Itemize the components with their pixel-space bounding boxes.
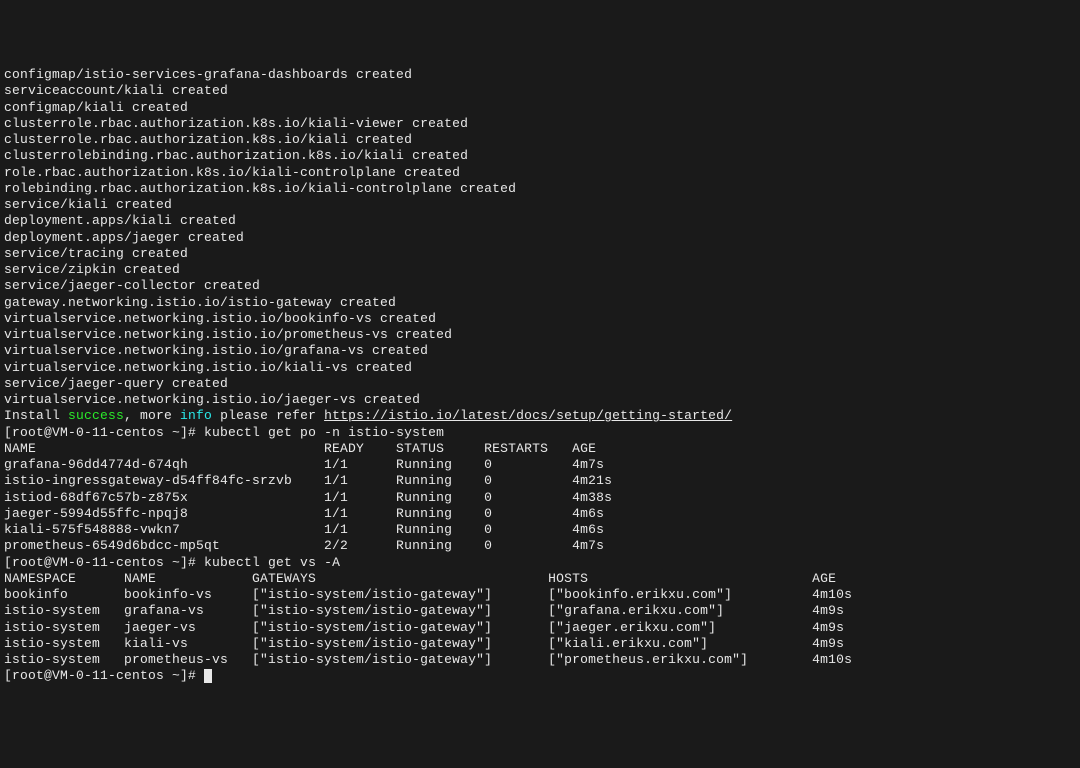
resource-created-line: clusterrolebinding.rbac.authorization.k8… — [4, 148, 1076, 164]
resource-created-line: service/jaeger-collector created — [4, 278, 1076, 294]
command-text: kubectl get vs -A — [204, 555, 340, 570]
install-url[interactable]: https://istio.io/latest/docs/setup/getti… — [324, 408, 732, 423]
shell-prompt: [root@VM-0-11-centos ~]# — [4, 668, 204, 683]
shell-prompt: [root@VM-0-11-centos ~]# — [4, 425, 204, 440]
pod-row: grafana-96dd4774d-674qh 1/1 Running 0 4m… — [4, 457, 1076, 473]
vs-header: NAMESPACE NAME GATEWAYS HOSTS AGE — [4, 571, 1076, 587]
resource-created-line: service/zipkin created — [4, 262, 1076, 278]
install-info-word: info — [180, 408, 212, 423]
resource-created-line: service/kiali created — [4, 197, 1076, 213]
resource-created-line: virtualservice.networking.istio.io/kiali… — [4, 360, 1076, 376]
resource-created-line: clusterrole.rbac.authorization.k8s.io/ki… — [4, 132, 1076, 148]
resource-created-line: serviceaccount/kiali created — [4, 83, 1076, 99]
pod-row: prometheus-6549d6bdcc-mp5qt 2/2 Running … — [4, 538, 1076, 554]
vs-row: bookinfo bookinfo-vs ["istio-system/isti… — [4, 587, 1076, 603]
prompt-line-2: [root@VM-0-11-centos ~]# kubectl get vs … — [4, 555, 1076, 571]
prompt-line-1: [root@VM-0-11-centos ~]# kubectl get po … — [4, 425, 1076, 441]
resource-created-line: service/tracing created — [4, 246, 1076, 262]
vs-row: istio-system jaeger-vs ["istio-system/is… — [4, 620, 1076, 636]
resource-created-line: configmap/kiali created — [4, 100, 1076, 116]
resource-created-line: rolebinding.rbac.authorization.k8s.io/ki… — [4, 181, 1076, 197]
vs-row: istio-system grafana-vs ["istio-system/i… — [4, 603, 1076, 619]
resource-created-line: virtualservice.networking.istio.io/booki… — [4, 311, 1076, 327]
resource-created-line: configmap/istio-services-grafana-dashboa… — [4, 67, 1076, 83]
resource-created-line: gateway.networking.istio.io/istio-gatewa… — [4, 295, 1076, 311]
vs-row: istio-system prometheus-vs ["istio-syste… — [4, 652, 1076, 668]
command-text: kubectl get po -n istio-system — [204, 425, 444, 440]
resource-created-line: deployment.apps/jaeger created — [4, 230, 1076, 246]
resource-created-line: virtualservice.networking.istio.io/jaege… — [4, 392, 1076, 408]
vs-row: istio-system kiali-vs ["istio-system/ist… — [4, 636, 1076, 652]
terminal-output[interactable]: configmap/istio-services-grafana-dashboa… — [4, 67, 1076, 685]
resource-created-line: clusterrole.rbac.authorization.k8s.io/ki… — [4, 116, 1076, 132]
prompt-line-3[interactable]: [root@VM-0-11-centos ~]# — [4, 668, 1076, 684]
install-success-word: success — [68, 408, 124, 423]
pod-row: kiali-575f548888-vwkn7 1/1 Running 0 4m6… — [4, 522, 1076, 538]
resource-created-line: service/jaeger-query created — [4, 376, 1076, 392]
resource-created-line: virtualservice.networking.istio.io/prome… — [4, 327, 1076, 343]
resource-created-line: role.rbac.authorization.k8s.io/kiali-con… — [4, 165, 1076, 181]
shell-prompt: [root@VM-0-11-centos ~]# — [4, 555, 204, 570]
pod-row: jaeger-5994d55ffc-npqj8 1/1 Running 0 4m… — [4, 506, 1076, 522]
cursor-icon — [204, 669, 212, 683]
resource-created-line: virtualservice.networking.istio.io/grafa… — [4, 343, 1076, 359]
install-success-line: Install success, more info please refer … — [4, 408, 1076, 424]
pod-row: istio-ingressgateway-d54ff84fc-srzvb 1/1… — [4, 473, 1076, 489]
resource-created-line: deployment.apps/kiali created — [4, 213, 1076, 229]
pods-header: NAME READY STATUS RESTARTS AGE — [4, 441, 1076, 457]
pod-row: istiod-68df67c57b-z875x 1/1 Running 0 4m… — [4, 490, 1076, 506]
